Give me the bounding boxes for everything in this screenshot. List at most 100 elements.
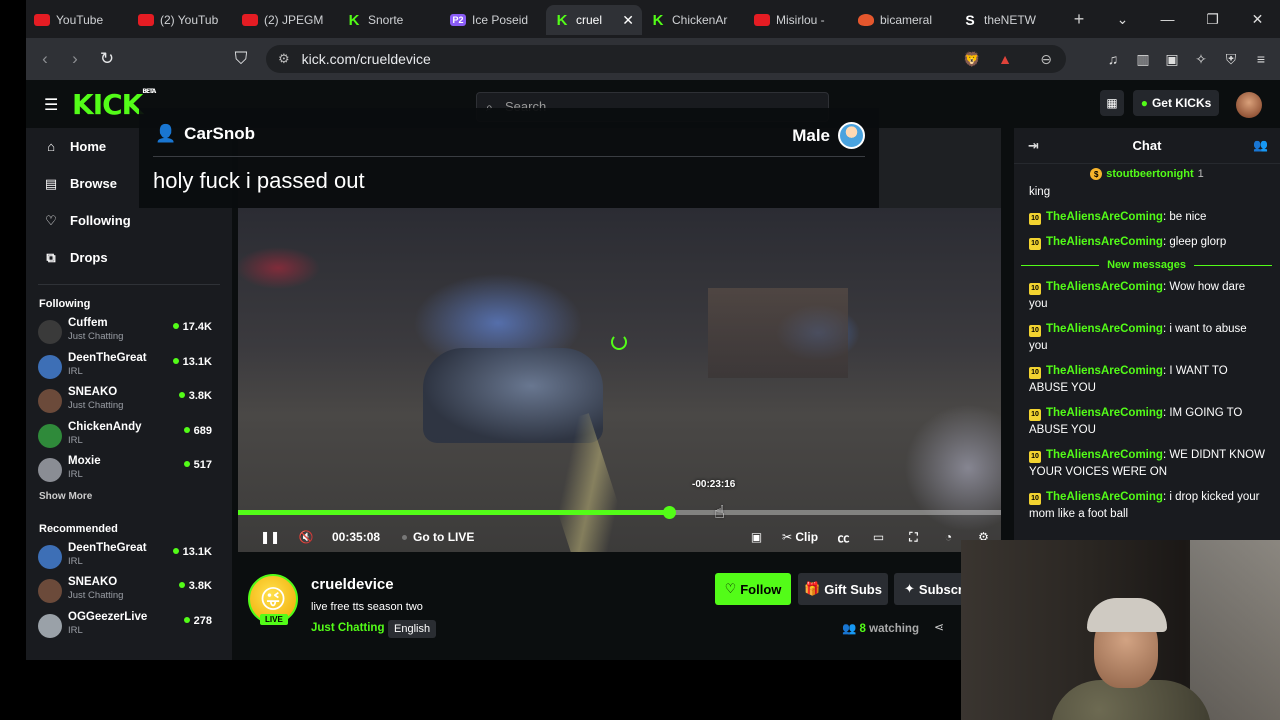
theater-mode-icon[interactable]: ▭ bbox=[861, 530, 896, 544]
voice-avatar-icon bbox=[838, 122, 865, 149]
tab-title: (2) YouTub bbox=[160, 13, 219, 27]
pause-icon[interactable]: ❚❚ bbox=[252, 530, 288, 544]
media-icon[interactable]: ♫ bbox=[1102, 48, 1124, 70]
sidebar-item-label: Home bbox=[70, 139, 107, 154]
chat-username[interactable]: TheAliensAreComing bbox=[1046, 365, 1163, 377]
stream-category[interactable]: Just Chatting bbox=[311, 622, 384, 634]
mute-icon[interactable]: 🔇 bbox=[288, 530, 324, 544]
viewer-count: 278 bbox=[184, 615, 212, 627]
close-window-button[interactable]: ✕ bbox=[1235, 11, 1280, 28]
zoom-icon[interactable]: ⊖ bbox=[1040, 51, 1052, 68]
user-avatar[interactable] bbox=[1236, 92, 1262, 118]
forward-icon[interactable]: › bbox=[60, 49, 90, 69]
miniplayer-icon[interactable]: ▣ bbox=[739, 530, 774, 544]
back-icon[interactable]: ‹ bbox=[30, 49, 60, 69]
tab-favicon-icon bbox=[754, 14, 770, 26]
new-tab-button[interactable]: + bbox=[1064, 9, 1094, 30]
chat-username[interactable]: TheAliensAreComing bbox=[1046, 407, 1163, 419]
clip-label: Clip bbox=[795, 530, 819, 544]
seek-bar-handle[interactable] bbox=[663, 506, 677, 519]
logo-beta: BETA bbox=[142, 88, 156, 95]
sidebar-toggle-icon[interactable]: ▥ bbox=[1132, 48, 1154, 70]
pinned-gifter[interactable]: $ stoutbeertonight 1 bbox=[1014, 164, 1280, 184]
browser-tab[interactable]: (2) JPEGM bbox=[234, 5, 338, 35]
chat-username[interactable]: TheAliensAreComing bbox=[1046, 323, 1163, 335]
channel-avatar bbox=[38, 579, 62, 603]
browser-tab[interactable]: YouTube bbox=[26, 5, 130, 35]
browser-tab[interactable]: (2) YouTub bbox=[130, 5, 234, 35]
channel-item[interactable]: DeenTheGreat IRL 13.1K bbox=[26, 350, 232, 385]
rewards-icon[interactable]: ▲ bbox=[994, 48, 1016, 70]
show-more-button[interactable]: Show More bbox=[26, 488, 232, 518]
share-icon[interactable]: ⋖ bbox=[934, 620, 944, 634]
browser-tab[interactable]: StheNETW bbox=[954, 5, 1058, 35]
channel-avatar bbox=[38, 423, 62, 448]
chat-username[interactable]: TheAliensAreComing bbox=[1046, 236, 1163, 248]
chat-username[interactable]: TheAliensAreComing bbox=[1046, 449, 1163, 461]
brave-shield-icon[interactable]: 🦁 bbox=[961, 48, 983, 70]
chat-users-icon[interactable]: 👥 bbox=[1253, 138, 1268, 152]
tab-favicon-icon bbox=[34, 14, 50, 26]
tab-favicon-icon: K bbox=[652, 11, 664, 29]
collapse-chat-icon[interactable]: ⇥ bbox=[1028, 138, 1039, 154]
channel-item[interactable]: Cuffem Just Chatting 17.4K bbox=[26, 315, 232, 350]
seek-bar[interactable] bbox=[238, 506, 1001, 519]
dashboard-icon[interactable]: ▦ bbox=[1100, 90, 1124, 116]
chat-username[interactable]: TheAliensAreComing bbox=[1046, 211, 1163, 223]
close-tab-icon[interactable]: ✕ bbox=[622, 12, 634, 29]
tab-strip: YouTube (2) YouTub (2) JPEGM K Snorte P2 Ice P… bbox=[26, 0, 1280, 38]
follow-button[interactable]: ♡ Follow bbox=[715, 573, 791, 605]
tab-search-icon[interactable]: ⌄ bbox=[1100, 11, 1145, 28]
chat-messages: king 10 TheAliensAreComing: be nice 10 TheAl… bbox=[1014, 184, 1280, 523]
captions-icon[interactable]: ㏄ bbox=[826, 529, 861, 546]
reload-icon[interactable]: ↻ bbox=[92, 49, 122, 69]
user-icon: 👤 bbox=[155, 124, 177, 143]
chat-username[interactable]: TheAliensAreComing bbox=[1046, 281, 1163, 293]
tab-list: YouTube (2) YouTub (2) JPEGM K Snorte P2 Ice P… bbox=[26, 3, 1058, 35]
menu-icon[interactable]: ≡ bbox=[1250, 48, 1272, 70]
sidebar-item-drops[interactable]: ⧉ Drops bbox=[26, 239, 232, 276]
drops-icon: ⧉ bbox=[46, 249, 56, 265]
channel-item[interactable]: Moxie IRL 517 bbox=[26, 453, 232, 488]
browser-tab[interactable]: Kcruel ✕ bbox=[546, 5, 642, 35]
chat-username[interactable]: TheAliensAreComing bbox=[1046, 491, 1163, 503]
fullscreen-icon[interactable]: ⛶ bbox=[896, 530, 931, 545]
chat-message: 10 TheAliensAreComing: i want to abuse yo… bbox=[1029, 321, 1266, 355]
browser-tab[interactable]: K ChickenAr bbox=[642, 5, 746, 35]
tab-title: theNETW bbox=[984, 13, 1037, 27]
bookmark-icon[interactable]: ⛉ bbox=[226, 49, 256, 69]
site-info-icon[interactable]: ⚙ bbox=[278, 51, 290, 67]
kicks-coin-icon: $ bbox=[1090, 168, 1103, 180]
channel-name[interactable]: crueldevice bbox=[311, 576, 394, 593]
leo-icon[interactable]: ✧ bbox=[1190, 48, 1212, 70]
channel-item[interactable]: DeenTheGreat IRL 13.1K bbox=[26, 540, 232, 575]
vpn-icon[interactable]: ⛨ bbox=[1220, 48, 1242, 70]
channel-item[interactable]: ChickenAndy IRL 689 bbox=[26, 419, 232, 454]
minimize-button[interactable]: — bbox=[1145, 11, 1190, 27]
go-to-live-button[interactable]: Go to LIVE bbox=[402, 530, 474, 544]
hamburger-menu-icon[interactable]: ☰ bbox=[44, 95, 58, 115]
heart-icon: ♡ bbox=[45, 212, 57, 228]
tab-favicon-icon: S bbox=[965, 12, 975, 28]
maximize-button[interactable]: ❐ bbox=[1190, 11, 1235, 28]
language-tag[interactable]: English bbox=[388, 620, 437, 638]
clip-button[interactable]: ✂ Clip bbox=[774, 530, 826, 544]
elapsed-time: 00:35:08 bbox=[332, 530, 381, 544]
gift-subs-button[interactable]: 🎁 Gift Subs bbox=[798, 573, 888, 605]
channel-item[interactable]: OGGeezerLive IRL 278 bbox=[26, 609, 232, 644]
chat-message: 10 TheAliensAreComing: IM GOING TO ABUSE … bbox=[1029, 405, 1266, 439]
url-bar[interactable]: ⚙ kick.com/crueldevice ⊖ bbox=[266, 45, 1066, 73]
new-messages-divider: New messages bbox=[1021, 259, 1272, 271]
sub-badge-icon: 10 bbox=[1029, 213, 1041, 225]
browser-tab[interactable]: P2 Ice Poseid bbox=[442, 5, 546, 35]
get-kicks-button[interactable]: ● Get KICKs bbox=[1133, 90, 1219, 116]
browser-tab[interactable]: K Snorte bbox=[338, 5, 442, 35]
channel-item[interactable]: SNEAKO Just Chatting 3.8K bbox=[26, 384, 232, 419]
sub-badge-icon: 10 bbox=[1029, 367, 1041, 379]
wallet-icon[interactable]: ▣ bbox=[1161, 48, 1183, 70]
chat-text: be nice bbox=[1169, 211, 1207, 223]
browser-tab[interactable]: Misirlou - bbox=[746, 5, 850, 35]
browser-tab[interactable]: bicameral bbox=[850, 5, 954, 35]
tts-user: 👤 CarSnob bbox=[155, 124, 255, 144]
channel-item[interactable]: SNEAKO Just Chatting 3.8K bbox=[26, 574, 232, 609]
